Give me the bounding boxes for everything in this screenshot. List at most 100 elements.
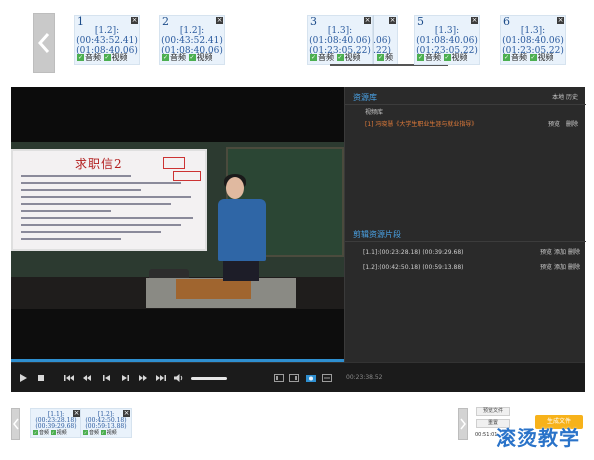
slide-text-line bbox=[21, 203, 171, 205]
clip-track-toggles: ✓ 音频 ✓ 视频 bbox=[33, 430, 67, 436]
audio-label: 音频 bbox=[85, 53, 101, 62]
video-label: 频 bbox=[385, 53, 393, 62]
clip-segment-text[interactable]: [1.2]:(00:42:50.18) (00:59:13.88) bbox=[363, 264, 464, 272]
close-icon[interactable]: × bbox=[389, 17, 396, 24]
bottom-prev-button[interactable] bbox=[11, 408, 20, 440]
checkbox-video[interactable]: ✓ bbox=[336, 54, 344, 61]
checkbox-video[interactable]: ✓ bbox=[377, 54, 384, 61]
checkbox-audio[interactable]: ✓ bbox=[310, 54, 317, 61]
chevron-left-icon bbox=[38, 33, 50, 53]
close-icon[interactable]: × bbox=[364, 17, 371, 24]
slide-red-note bbox=[173, 171, 201, 181]
resource-item[interactable]: [1] 冯晓慧《大学生职业生涯与就业指导》 bbox=[365, 121, 477, 129]
bottom-clip-card[interactable]: × [1.2]: (00:42:50.18) (00:59:13.88) ✓ 音频… bbox=[80, 408, 132, 438]
clip-label: [1.2]: bbox=[179, 26, 205, 36]
resource-preview-link[interactable]: 预览 bbox=[548, 121, 560, 129]
bottom-clip-card[interactable]: × [1.1]: (00:23:28.18) (00:39:29.68) ✓ 音频… bbox=[30, 408, 82, 438]
audio-label: 音频 bbox=[89, 430, 100, 436]
skip-to-end-icon bbox=[156, 375, 166, 381]
rewind-icon bbox=[83, 375, 91, 381]
clip-delete-link[interactable]: 删除 bbox=[568, 249, 580, 257]
slide-red-note bbox=[163, 157, 185, 169]
rewind-button[interactable] bbox=[81, 372, 93, 384]
video-label: 视频 bbox=[56, 430, 67, 436]
clip-label: [1.3]: bbox=[327, 26, 353, 36]
fast-forward-button[interactable] bbox=[137, 372, 149, 384]
audio-label: 音频 bbox=[170, 53, 186, 62]
close-icon[interactable]: × bbox=[471, 17, 478, 24]
clip-card[interactable]: 2 × [1.2]: (00:43:52.41) (01:08:40.06) ✓… bbox=[159, 15, 225, 65]
resource-panel-tabs[interactable]: 本地 历史 bbox=[552, 94, 578, 102]
clip-start-time: (01:08:40.06) bbox=[309, 36, 371, 46]
close-icon[interactable]: × bbox=[557, 17, 564, 24]
clip-add-link[interactable]: 添加 bbox=[554, 249, 566, 257]
carousel-prev-button[interactable] bbox=[33, 13, 55, 73]
clip-add-link[interactable]: 添加 bbox=[554, 264, 566, 272]
audio-label: 音频 bbox=[425, 53, 441, 62]
checkbox-audio[interactable]: ✓ bbox=[162, 54, 169, 61]
checkbox-video[interactable]: ✓ bbox=[50, 430, 56, 435]
snapshot-button[interactable] bbox=[305, 372, 317, 384]
skip-end-button[interactable] bbox=[155, 372, 167, 384]
video-label: 视频 bbox=[344, 53, 361, 62]
clip-card[interactable]: 1 × [1.2]: (00:43:52.41) (01:08:40.06) ✓… bbox=[74, 15, 140, 65]
checkbox-video[interactable]: ✓ bbox=[103, 54, 111, 61]
clip-card[interactable]: 3 × [1.3]: (01:08:40.06) (01:23:05.22) ✓… bbox=[307, 15, 373, 65]
skip-start-button[interactable] bbox=[63, 372, 75, 384]
fast-forward-icon bbox=[139, 375, 147, 381]
checkbox-video[interactable]: ✓ bbox=[100, 430, 106, 435]
current-time: 00:23:38.52 bbox=[346, 374, 383, 381]
mark-in-button[interactable] bbox=[273, 372, 285, 384]
clip-track-toggles: ✓ 音频 ✓ 视频 bbox=[310, 53, 361, 62]
clip-delete-link[interactable]: 删除 bbox=[568, 264, 580, 272]
play-button[interactable] bbox=[17, 372, 29, 384]
video-projected-slide: 求职信2 bbox=[11, 149, 207, 251]
clip-track-toggles: ✓ 音频 ✓ 视频 bbox=[83, 430, 117, 436]
bottom-next-button[interactable] bbox=[458, 408, 468, 440]
video-scene-person-head bbox=[226, 177, 244, 199]
slide-text-line bbox=[21, 210, 111, 212]
close-icon[interactable]: × bbox=[216, 17, 223, 24]
video-frame[interactable]: 求职信2 bbox=[11, 87, 344, 362]
preview-file-button[interactable]: 预览文件 bbox=[476, 407, 510, 416]
next-frame-icon bbox=[122, 375, 129, 381]
checkbox-audio[interactable]: ✓ bbox=[503, 54, 510, 61]
resource-panel-header: 资源库 本地 历史 bbox=[345, 91, 586, 105]
checkbox-video[interactable]: ✓ bbox=[443, 54, 451, 61]
clip-track-toggles: ✓ 音频 ✓ 视频 bbox=[503, 53, 554, 62]
checkbox-video[interactable]: ✓ bbox=[529, 54, 537, 61]
resource-side-panel: 资源库 本地 历史 视频库 [1] 冯晓慧《大学生职业生涯与就业指导》 预览 删… bbox=[344, 87, 586, 362]
checkbox-video[interactable]: ✓ bbox=[188, 54, 196, 61]
clip-card[interactable]: 5 × [1.3]: (01:08:40.06) (01:23:05.22) ✓… bbox=[414, 15, 480, 65]
chevron-left-icon bbox=[12, 418, 19, 430]
clip-card[interactable]: 6 × [1.3]: (01:08:40.06) (01:23:05.22) ✓… bbox=[500, 15, 566, 65]
mark-out-button[interactable] bbox=[288, 372, 300, 384]
video-scene-ceiling bbox=[11, 87, 344, 142]
clip-icon bbox=[322, 374, 332, 382]
clip-preview-link[interactable]: 预览 bbox=[540, 264, 552, 272]
cut-button[interactable] bbox=[321, 372, 333, 384]
clip-segment-text[interactable]: [1.1]:(00:23:28.18) (00:39:29.68) bbox=[363, 249, 464, 257]
clip-label: [1.3]: bbox=[434, 26, 460, 36]
previous-frame-button[interactable] bbox=[101, 372, 113, 384]
clip-preview-link[interactable]: 预览 bbox=[540, 249, 552, 257]
stop-button[interactable] bbox=[35, 372, 47, 384]
volume-slider[interactable] bbox=[191, 377, 227, 380]
checkbox-audio[interactable]: ✓ bbox=[33, 430, 38, 435]
checkbox-audio[interactable]: ✓ bbox=[83, 430, 88, 435]
volume-button[interactable] bbox=[173, 372, 185, 384]
slide-text-line bbox=[21, 175, 131, 177]
resource-delete-link[interactable]: 删除 bbox=[566, 121, 578, 129]
mark-out-icon bbox=[289, 374, 299, 382]
checkbox-audio[interactable]: ✓ bbox=[77, 54, 84, 61]
audio-label: 音频 bbox=[318, 53, 334, 62]
video-label: 视频 bbox=[106, 430, 117, 436]
video-scene-person-legs bbox=[223, 259, 259, 281]
video-scene-lower bbox=[11, 309, 344, 362]
speaker-icon bbox=[174, 374, 183, 382]
video-label: 视频 bbox=[111, 53, 128, 62]
resource-category[interactable]: 视频库 bbox=[365, 109, 383, 117]
next-frame-button[interactable] bbox=[119, 372, 131, 384]
checkbox-audio[interactable]: ✓ bbox=[417, 54, 424, 61]
close-icon[interactable]: × bbox=[131, 17, 138, 24]
